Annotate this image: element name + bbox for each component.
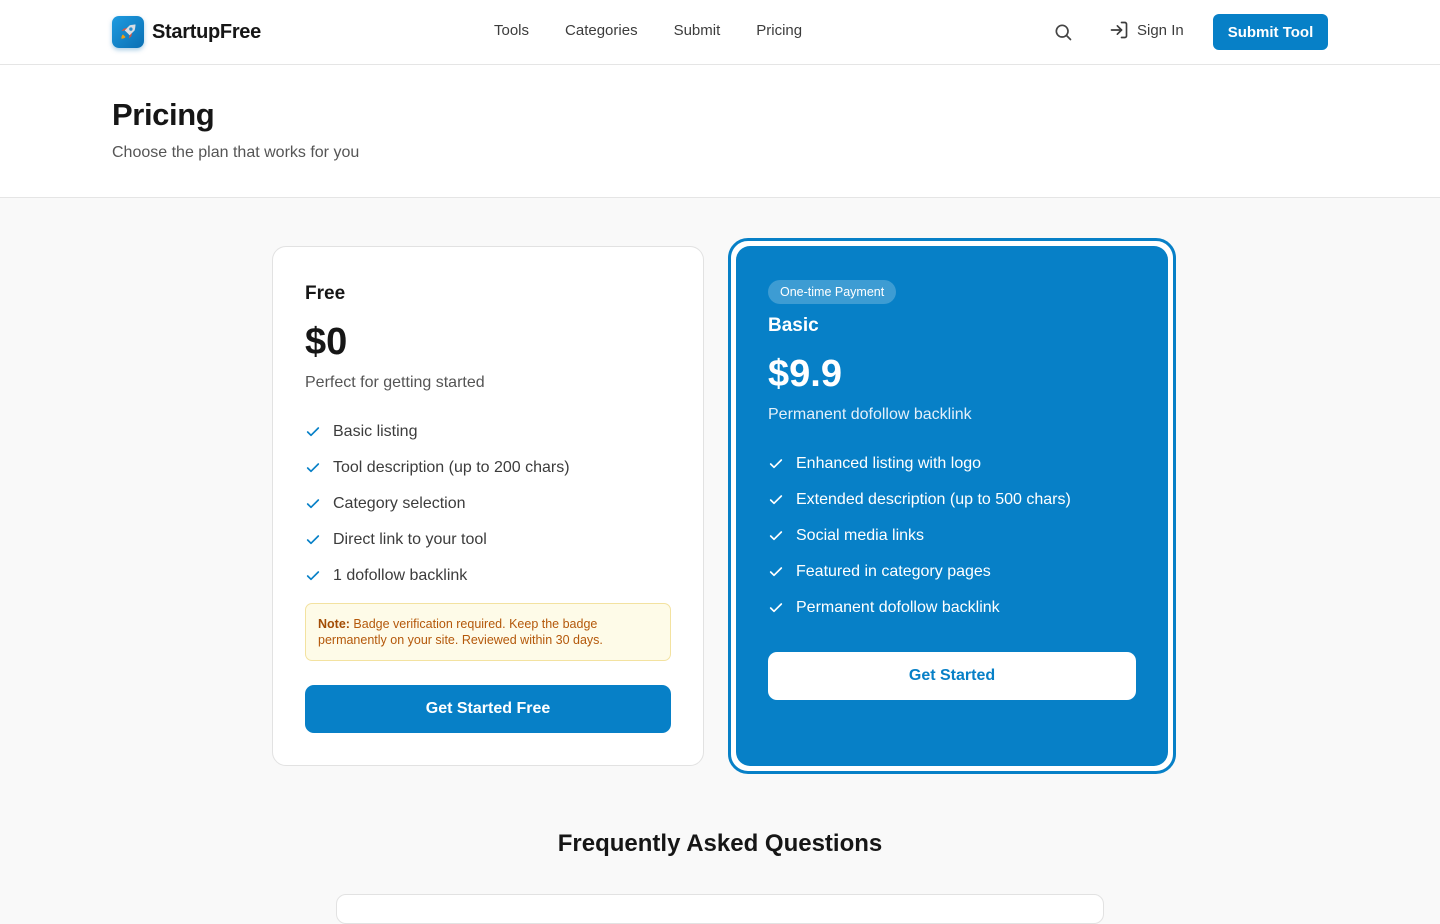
faq-title: Frequently Asked Questions [557, 830, 883, 857]
plan-card-free: Free $0 Perfect for getting started Basi… [272, 246, 704, 766]
faq-item[interactable] [336, 894, 1104, 924]
page-subtitle: Choose the plan that works for you [112, 144, 360, 161]
main-nav: Tools Categories Submit Pricing [494, 22, 802, 39]
check-icon [768, 600, 784, 616]
one-time-payment-badge: One-time Payment [768, 280, 897, 304]
check-icon [768, 564, 784, 580]
top-navigation-bar: StartupFree Tools Categories Submit Pric… [0, 0, 1440, 65]
plan-card-basic-inner: One-time Payment Basic $9.9 Permanent do… [736, 246, 1168, 766]
plan-card-basic: One-time Payment Basic $9.9 Permanent do… [728, 238, 1176, 774]
feature-item: Extended description (up to 500 chars) [768, 482, 1071, 518]
sign-in-button[interactable]: Sign In [1109, 20, 1184, 40]
check-icon [305, 532, 321, 548]
get-started-button[interactable]: Get Started [768, 652, 1136, 700]
feature-list: Basic listing Tool description (up to 20… [305, 414, 570, 594]
search-icon [1055, 24, 1072, 41]
plan-description: Permanent dofollow backlink [768, 406, 972, 423]
check-icon [305, 460, 321, 476]
plan-price: $0 [305, 321, 348, 363]
check-icon [305, 424, 321, 440]
brand-name: StartupFree [152, 20, 261, 43]
get-started-free-button[interactable]: Get Started Free [305, 685, 671, 733]
check-icon [768, 456, 784, 472]
page-title: Pricing [112, 97, 215, 132]
feature-item: Permanent dofollow backlink [768, 590, 1071, 626]
sign-in-label: Sign In [1137, 21, 1184, 39]
feature-item: Social media links [768, 518, 1071, 554]
feature-item: Enhanced listing with logo [768, 446, 1071, 482]
check-icon [768, 492, 784, 508]
nav-submit[interactable]: Submit [674, 22, 721, 39]
check-icon [768, 528, 784, 544]
feature-item: Basic listing [305, 414, 570, 450]
feature-item: Category selection [305, 486, 570, 522]
submit-tool-button[interactable]: Submit Tool [1213, 14, 1328, 50]
plan-price: $9.9 [768, 353, 842, 395]
feature-item: 1 dofollow backlink [305, 558, 570, 594]
nav-pricing[interactable]: Pricing [756, 22, 802, 39]
badge-verification-note: Note: Badge verification required. Keep … [305, 603, 671, 661]
search-button[interactable] [1050, 19, 1076, 45]
check-icon [305, 568, 321, 584]
plan-name: Basic [768, 315, 819, 336]
nav-tools[interactable]: Tools [494, 22, 529, 39]
check-icon [305, 496, 321, 512]
page-header: Pricing Choose the plan that works for y… [0, 65, 1440, 198]
feature-list: Enhanced listing with logo Extended desc… [768, 446, 1071, 626]
nav-categories[interactable]: Categories [565, 22, 638, 39]
feature-item: Tool description (up to 200 chars) [305, 450, 570, 486]
rocket-icon [112, 16, 144, 48]
note-text: Badge verification required. Keep the ba… [318, 617, 603, 647]
feature-item: Featured in category pages [768, 554, 1071, 590]
sign-in-icon [1110, 21, 1128, 39]
feature-item: Direct link to your tool [305, 522, 570, 558]
plan-description: Perfect for getting started [305, 374, 485, 391]
brand-link[interactable]: StartupFree [112, 16, 261, 48]
plan-name: Free [305, 283, 346, 304]
note-label: Note: [318, 617, 350, 631]
